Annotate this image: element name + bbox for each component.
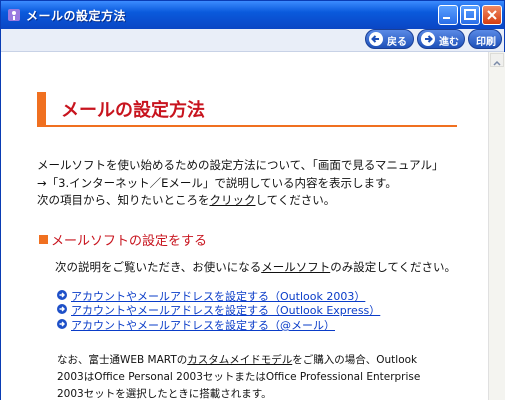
chevron-up-icon (493, 60, 501, 66)
forward-button[interactable]: 進む (417, 29, 465, 49)
help-content: メールの設定方法 メールソフトを使い始めるための設定方法について、「画面で見るマ… (1, 52, 488, 400)
click-glossary-link[interactable]: クリック (210, 193, 256, 207)
mail-software-glossary-link[interactable]: メールソフト (261, 260, 330, 274)
link-text[interactable]: アカウントやメールアドレスを設定する（Outlook Express） (71, 302, 380, 318)
back-label: 戻る (387, 37, 407, 48)
section-description: 次の説明をご覧いただき、お使いになるメールソフトのみ設定してください。 (55, 259, 456, 275)
scroll-up-button[interactable] (490, 53, 504, 67)
heading-accent (37, 92, 46, 125)
arrow-right-icon (421, 32, 435, 46)
link-text[interactable]: アカウントやメールアドレスを設定する（@メール） (71, 317, 335, 333)
arrow-left-icon (369, 32, 383, 46)
intro-line-3-text: 次の項目から、知りたいところを (37, 193, 210, 207)
minimize-icon (443, 17, 450, 19)
minimize-button[interactable] (438, 5, 458, 25)
circle-arrow-right-icon (57, 290, 67, 300)
note-line-3: 2003セットを選択したときに搭載されます。 (57, 388, 272, 400)
section-desc-end: のみ設定してください。 (330, 260, 457, 274)
print-label: 印刷 (476, 37, 496, 48)
circle-arrow-right-icon (57, 319, 67, 329)
close-button[interactable] (482, 5, 502, 25)
vertical-scrollbar[interactable] (488, 52, 505, 400)
window-title: メールの設定方法 (26, 9, 127, 23)
intro-line-3-end: してください。 (255, 193, 336, 207)
close-icon (487, 10, 497, 20)
back-button[interactable]: 戻る (365, 29, 414, 49)
section-bullet-icon (39, 235, 48, 244)
print-button[interactable]: 印刷 (468, 29, 502, 49)
title-bar[interactable]: メールの設定方法 (1, 1, 504, 29)
note-line-2: 2003はOffice Personal 2003セットまたはOffice Pr… (57, 371, 421, 383)
page-title: メールの設定方法 (61, 100, 205, 121)
intro-line-2: →「3.インターネット／Eメール」で説明している内容を表示します。 (37, 176, 397, 190)
note-line-1: なお、富士通WEB MARTのカスタムメイドモデルをご購入の場合、Outlook (57, 352, 417, 367)
page-heading-bar: メールの設定方法 (37, 92, 457, 127)
note-line-1-end: をご購入の場合、Outlook (292, 354, 418, 366)
intro-line-3: 次の項目から、知りたいところをクリックしてください。 (37, 192, 335, 208)
forward-label: 進む (439, 37, 459, 48)
section-desc-text: 次の説明をご覧いただき、お使いになる (55, 260, 262, 274)
maximize-button[interactable] (460, 5, 480, 25)
maximize-icon (464, 9, 476, 20)
toolbar: 戻る 進む 印刷 (1, 29, 504, 52)
help-window: メールの設定方法 戻る 進む 印刷 メールの設定方法 メールソフトを使い始めるた… (0, 0, 505, 400)
intro-line-1: メールソフトを使い始めるための設定方法について、「画面で見るマニュアル」 (37, 158, 444, 172)
help-book-icon (6, 7, 22, 23)
note-line-1-text: なお、富士通WEB MARTの (57, 354, 188, 366)
circle-arrow-right-icon (57, 304, 67, 314)
custom-made-model-glossary-link[interactable]: カスタムメイドモデル (187, 354, 292, 366)
section-title: メールソフトの設定をする (51, 234, 208, 249)
